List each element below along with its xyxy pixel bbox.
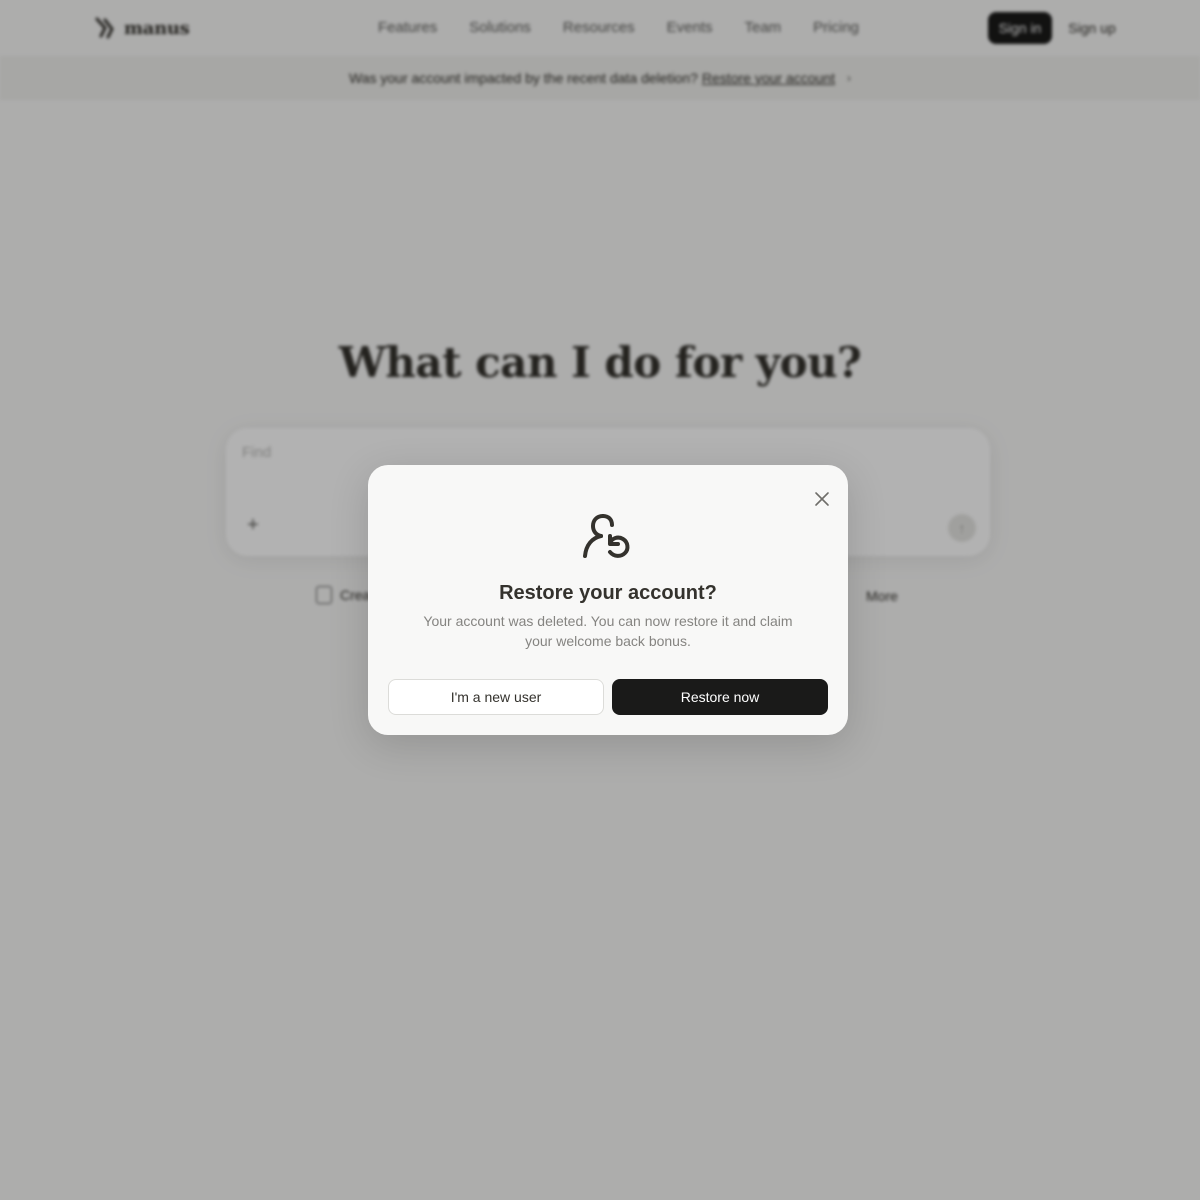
user-restore-icon xyxy=(583,514,630,558)
restore-now-button[interactable]: Restore now xyxy=(612,679,828,715)
close-icon[interactable] xyxy=(810,487,834,511)
dialog-description: Your account was deleted. You can now re… xyxy=(423,613,793,649)
restore-account-dialog: Restore your account? Your account was d… xyxy=(368,465,848,735)
new-user-button[interactable]: I'm a new user xyxy=(388,679,604,715)
dialog-title: Restore your account? xyxy=(499,582,717,604)
